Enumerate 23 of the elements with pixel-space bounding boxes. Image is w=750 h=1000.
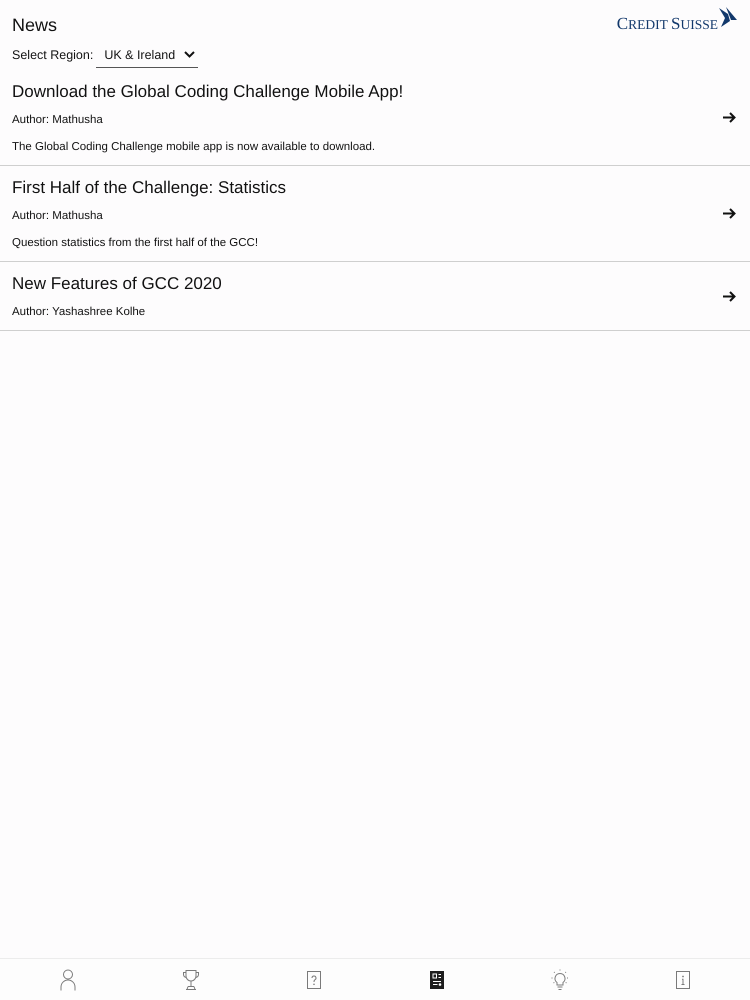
brand-wordmark: CREDIT SUISSE (616, 16, 718, 32)
page-title: News (12, 14, 58, 36)
region-label: Select Region: (12, 47, 94, 63)
article-description: The Global Coding Challenge mobile app is now available to download. (12, 140, 376, 155)
arrow-right-icon[interactable] (723, 290, 736, 302)
article-title: Download the Global Coding Challenge Mobile App! (12, 81, 404, 103)
info-box-icon[interactable] (676, 970, 690, 988)
article-author: Author: Mathusha (12, 113, 103, 128)
trophy-icon[interactable] (182, 968, 200, 990)
region-dropdown[interactable]: UK & Ireland (96, 42, 198, 68)
arrow-right-icon[interactable] (723, 112, 736, 123)
person-icon[interactable] (60, 968, 76, 990)
sail-icon (718, 6, 738, 28)
article-title: New Features of GCC 2020 (12, 273, 222, 295)
article-author: Author: Yashashree Kolhe (12, 305, 146, 320)
lightbulb-icon[interactable] (550, 968, 568, 990)
article-title: First Half of the Challenge: Statistics (12, 177, 286, 199)
article-author: Author: Mathusha (12, 209, 103, 224)
article-description: Question statistics from the first half of the GCC! (12, 236, 258, 251)
chevron-down-icon (184, 51, 196, 58)
arrow-right-icon[interactable] (723, 208, 736, 219)
question-box-icon[interactable] (306, 970, 320, 988)
newspaper-icon[interactable] (430, 970, 444, 988)
